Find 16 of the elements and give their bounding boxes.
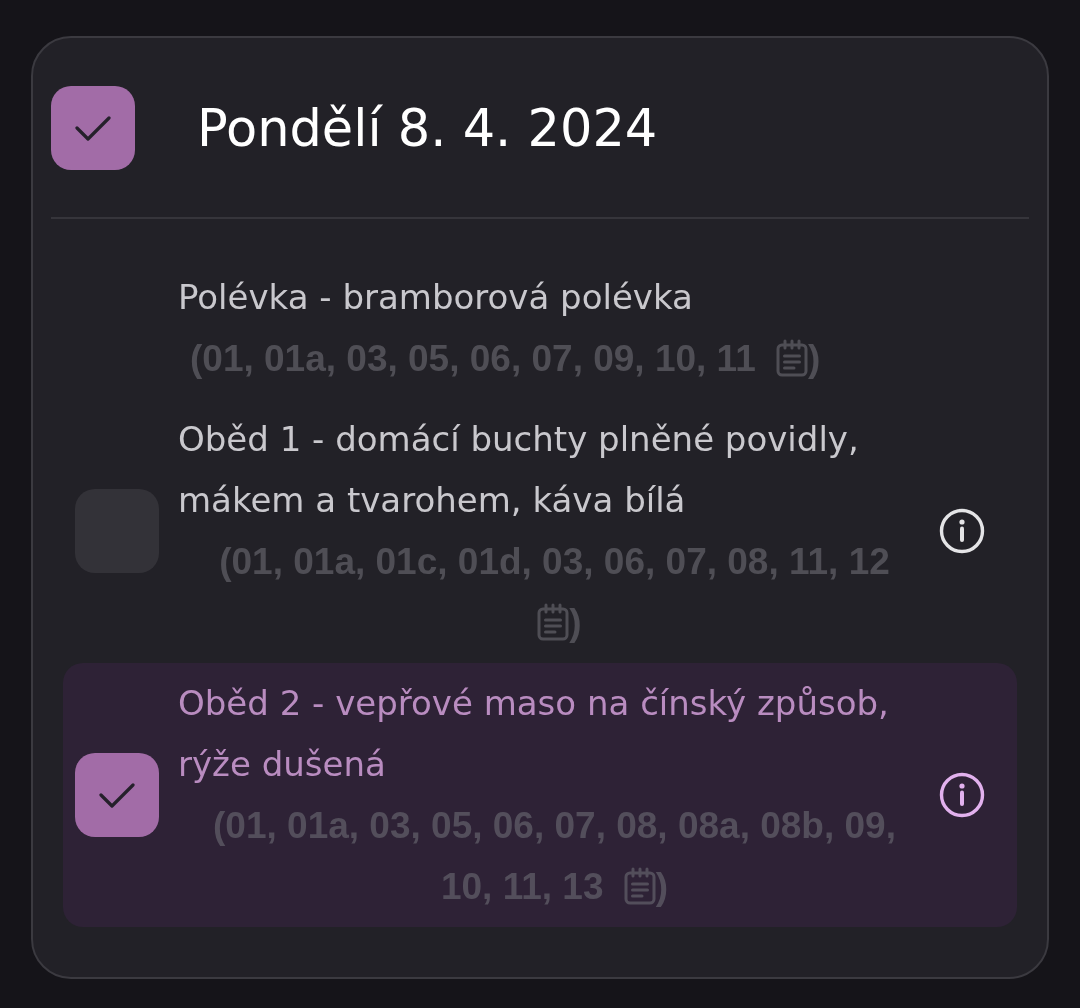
closing-parenthesis: ): [655, 866, 669, 907]
closing-parenthesis: ): [569, 602, 582, 643]
checkbox[interactable]: [75, 753, 159, 837]
info-icon[interactable]: [939, 508, 985, 554]
date-heading: Pondělí 8. 4. 2024: [197, 102, 658, 154]
checkmark-icon: [75, 115, 111, 141]
notepad-icon: [623, 867, 656, 906]
closing-parenthesis: ): [808, 338, 821, 379]
checkmark-icon: [99, 782, 135, 808]
checkbox[interactable]: [51, 86, 135, 170]
meal-name: Oběd 1 - domácí buchty plněné povidly, mákem a tvarohem, káva bílá: [178, 418, 860, 522]
meal-name: Polévka - bramborová polévka: [178, 276, 694, 319]
notepad-icon: [537, 603, 570, 642]
notepad-icon: [776, 339, 808, 378]
meal-name: Oběd 2 - vepřové maso na čínský způsob, rýže dušená: [178, 682, 890, 786]
info-icon[interactable]: [939, 772, 985, 818]
